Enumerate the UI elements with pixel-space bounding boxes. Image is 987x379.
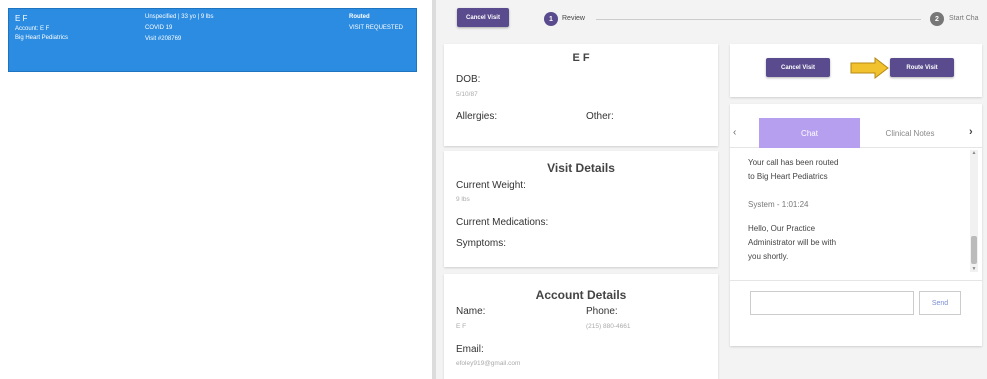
status-detail-text: VISIT REQUESTED bbox=[349, 25, 403, 31]
visit-detail-pane: Cancel Visit 1 Review 2 Start Cha E F DO… bbox=[436, 0, 987, 379]
weight-value: 9 lbs bbox=[456, 196, 470, 203]
step-2-label: Start Cha bbox=[949, 15, 979, 22]
practice-text: Big Heart Pediatrics bbox=[15, 35, 69, 41]
dob-value: 5/10/87 bbox=[456, 91, 478, 98]
tab-chat[interactable]: Chat bbox=[759, 118, 860, 148]
allergies-label: Allergies: bbox=[456, 111, 498, 122]
account-name-value: E F bbox=[456, 323, 467, 330]
tabs-right-chevron-icon[interactable]: › bbox=[969, 126, 973, 138]
step-1-label: Review bbox=[562, 15, 585, 22]
chat-divider bbox=[730, 280, 982, 281]
route-visit-button[interactable]: Route Visit bbox=[890, 58, 954, 77]
step-1-icon: 1 bbox=[544, 12, 558, 26]
chat-system-line: System - 1:01:24 bbox=[748, 200, 809, 209]
chat-message-line: Hello, Our Practice bbox=[748, 224, 816, 233]
chat-tab-bar: ‹ Chat Clinical Notes › bbox=[730, 118, 982, 148]
account-details-panel: Account Details Name: E F Phone: (215) 8… bbox=[444, 274, 718, 379]
patient-name: E F bbox=[15, 14, 28, 23]
account-details-heading: Account Details bbox=[535, 288, 627, 302]
status-text: Routed bbox=[349, 14, 370, 20]
patient-info-panel: E F DOB: 5/10/87 Allergies: Other: bbox=[444, 44, 718, 146]
chat-scrollbar-thumb[interactable] bbox=[971, 236, 977, 264]
actions-panel: Cancel Visit Route Visit bbox=[730, 44, 982, 97]
phone-label: Phone: bbox=[586, 306, 618, 317]
symptoms-label: Symptoms: bbox=[456, 238, 507, 249]
reason-text: COVID 19 bbox=[145, 25, 173, 31]
email-label: Email: bbox=[456, 344, 484, 355]
visit-id-text: Visit #208769 bbox=[145, 36, 182, 42]
chat-message-line: you shortly. bbox=[748, 252, 789, 261]
arrow-right-icon bbox=[850, 57, 889, 79]
chat-panel: ‹ Chat Clinical Notes › Your call has be… bbox=[730, 104, 982, 346]
step-2-icon: 2 bbox=[930, 12, 944, 26]
visit-details-panel: Visit Details Current Weight: 9 lbs Curr… bbox=[444, 151, 718, 267]
dob-label: DOB: bbox=[456, 74, 481, 85]
account-name-label: Name: bbox=[456, 306, 486, 317]
tabs-left-chevron-icon[interactable]: ‹ bbox=[733, 127, 736, 138]
email-value: efoley919@gmail.com bbox=[456, 360, 521, 367]
other-label: Other: bbox=[586, 111, 614, 122]
chat-messages: Your call has been routed to Big Heart P… bbox=[730, 148, 982, 278]
medications-label: Current Medications: bbox=[456, 217, 549, 228]
chat-message-line: Your call has been routed bbox=[748, 158, 839, 167]
account-text: Account: E F bbox=[15, 26, 50, 32]
visit-list-pane: E F Account: E F Big Heart Pediatrics Un… bbox=[0, 0, 432, 379]
visit-details-heading: Visit Details bbox=[547, 161, 615, 175]
cancel-visit-top-button[interactable]: Cancel Visit bbox=[457, 8, 509, 27]
demographics-text: Unspecified | 33 yo | 9 lbs bbox=[145, 14, 214, 20]
chat-message-line: Administrator will be with bbox=[748, 238, 837, 247]
tab-clinical-notes[interactable]: Clinical Notes bbox=[860, 118, 960, 148]
patient-info-name: E F bbox=[572, 52, 590, 64]
chat-message-input[interactable] bbox=[750, 291, 914, 315]
send-button[interactable]: Send bbox=[919, 291, 961, 315]
visit-list-item[interactable]: E F Account: E F Big Heart Pediatrics Un… bbox=[8, 8, 417, 72]
stepper-line bbox=[596, 19, 921, 20]
phone-value: (215) 880-4661 bbox=[586, 323, 631, 330]
chat-scrollbar[interactable]: ▲ ▼ bbox=[970, 150, 978, 272]
cancel-visit-button[interactable]: Cancel Visit bbox=[766, 58, 830, 77]
chat-message-line: to Big Heart Pediatrics bbox=[748, 172, 828, 181]
weight-label: Current Weight: bbox=[456, 180, 526, 191]
